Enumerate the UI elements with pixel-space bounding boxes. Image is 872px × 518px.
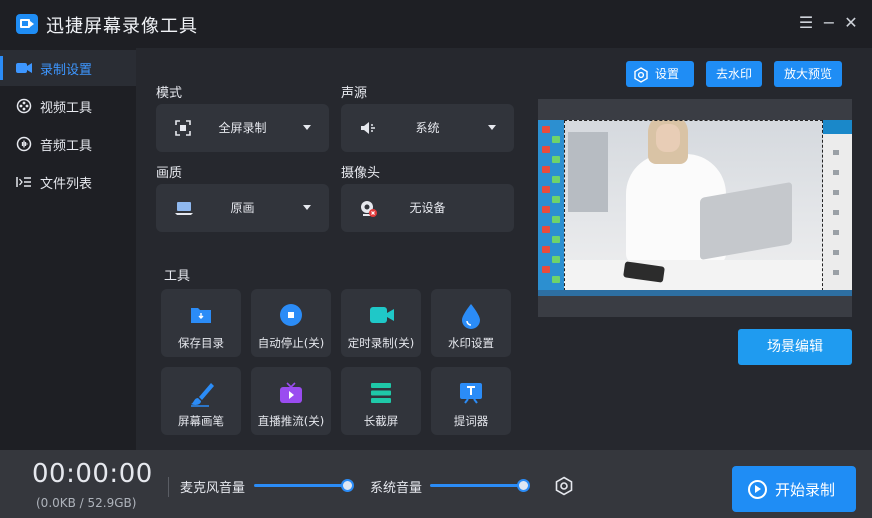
sidebar-item-label: 音频工具	[40, 138, 93, 154]
tool-label: 提词器	[453, 414, 489, 428]
sidebar-item-label: 录制设置	[40, 62, 93, 78]
list-icon	[16, 174, 32, 190]
enlarge-preview-button[interactable]: 放大预览	[774, 61, 842, 87]
sidebar: 录制设置 视频工具 音频工具 文件列表	[0, 48, 136, 450]
record-timer: 00:00:00	[32, 459, 153, 489]
tools-label: 工具	[164, 269, 191, 284]
tool-label: 直播推流(关)	[257, 414, 325, 428]
gear-icon	[633, 66, 649, 83]
folder-icon	[189, 303, 213, 327]
brush-icon	[189, 381, 214, 407]
play-icon	[748, 480, 767, 499]
stop-icon	[279, 303, 303, 327]
chevron-down-icon	[303, 125, 311, 130]
title-bar: 迅捷屏幕录像工具 ☰ − ✕	[0, 0, 872, 48]
audio-source-label: 声源	[341, 86, 368, 101]
sidebar-item-audio-tools[interactable]: 音频工具	[0, 126, 136, 162]
chevron-down-icon	[303, 205, 311, 210]
divider	[168, 477, 169, 497]
tool-label: 屏幕画笔	[178, 414, 224, 428]
slider-handle[interactable]	[341, 479, 354, 492]
tool-label: 长截屏	[363, 414, 399, 428]
audio-settings-gear-icon[interactable]	[554, 476, 574, 496]
tool-scheduled-record[interactable]: 定时录制(关)	[341, 289, 421, 357]
film-icon	[16, 98, 32, 114]
capture-region	[564, 120, 823, 296]
tool-label: 水印设置	[448, 336, 494, 350]
tool-label: 保存目录	[178, 336, 224, 350]
close-icon[interactable]: ✕	[842, 14, 860, 32]
preview-image	[538, 120, 852, 296]
chevron-down-icon	[488, 125, 496, 130]
camera-icon	[16, 60, 32, 76]
mic-volume-slider[interactable]	[254, 479, 354, 492]
camera-select[interactable]: 无设备	[341, 184, 514, 232]
sidebar-item-record-settings[interactable]: 录制设置	[0, 50, 136, 86]
video-camera-icon	[369, 303, 394, 327]
file-size-status: (0.0KB / 52.9GB)	[36, 496, 137, 510]
camera-value: 无设备	[409, 201, 446, 215]
menu-icon[interactable]: ☰	[797, 14, 815, 32]
app-title: 迅捷屏幕录像工具	[46, 16, 198, 37]
mode-select[interactable]: 全屏录制	[156, 104, 329, 152]
sidebar-item-file-list[interactable]: 文件列表	[0, 164, 136, 200]
sidebar-item-video-tools[interactable]: 视频工具	[0, 88, 136, 124]
sidebar-item-label: 文件列表	[40, 176, 93, 192]
minimize-icon[interactable]: −	[820, 14, 838, 32]
audio-icon	[16, 136, 32, 152]
slider-handle[interactable]	[517, 479, 530, 492]
tool-auto-stop[interactable]: 自动停止(关)	[251, 289, 331, 357]
audio-source-select[interactable]: 系统	[341, 104, 514, 152]
teleprompter-icon	[459, 381, 483, 405]
tool-watermark-settings[interactable]: 水印设置	[431, 289, 511, 357]
quality-select[interactable]: 原画	[156, 184, 329, 232]
scene-edit-button[interactable]: 场景编辑	[738, 329, 852, 365]
quality-label: 画质	[156, 166, 183, 181]
drop-icon	[459, 303, 483, 329]
camera-label: 摄像头	[341, 166, 381, 181]
system-volume-slider[interactable]	[430, 479, 530, 492]
start-recording-label: 开始录制	[775, 481, 836, 499]
screen-preview[interactable]	[538, 99, 852, 317]
mode-label: 模式	[156, 86, 183, 101]
remove-watermark-button[interactable]: 去水印	[706, 61, 762, 87]
tool-save-directory[interactable]: 保存目录	[161, 289, 241, 357]
start-recording-button[interactable]: 开始录制	[732, 466, 856, 512]
mic-volume-label: 麦克风音量	[180, 481, 246, 496]
bottom-bar: 00:00:00 (0.0KB / 52.9GB) 麦克风音量 系统音量 开始录…	[0, 450, 872, 518]
stack-icon	[369, 381, 393, 405]
tool-screen-brush[interactable]: 屏幕画笔	[161, 367, 241, 435]
tool-live-stream[interactable]: 直播推流(关)	[251, 367, 331, 435]
tool-label: 自动停止(关)	[257, 336, 325, 350]
app-logo-icon	[16, 14, 38, 34]
system-volume-label: 系统音量	[370, 481, 423, 496]
settings-button-label: 设置	[655, 67, 680, 81]
tool-label: 定时录制(关)	[347, 336, 415, 350]
settings-button[interactable]: 设置	[626, 61, 694, 87]
tool-teleprompter[interactable]: 提词器	[431, 367, 511, 435]
tool-long-screenshot[interactable]: 长截屏	[341, 367, 421, 435]
tv-icon	[279, 381, 303, 405]
sidebar-item-label: 视频工具	[40, 100, 93, 116]
